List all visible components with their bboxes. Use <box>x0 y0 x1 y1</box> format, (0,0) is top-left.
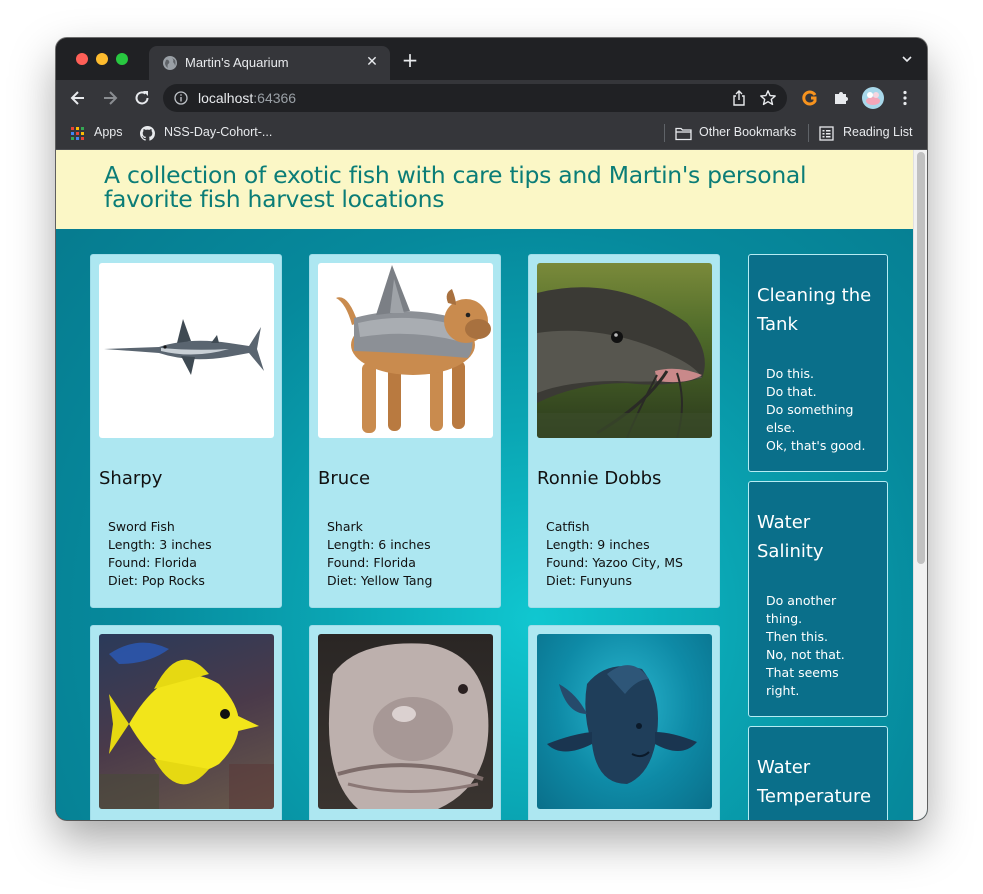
fish-details: Sword Fish Length: 3 inches Found: Flori… <box>108 518 212 590</box>
bookmarks-divider <box>808 124 809 142</box>
fish-name: Bruce <box>318 468 371 489</box>
care-tip-line: No, not that. <box>766 647 845 662</box>
minimize-window-button[interactable] <box>96 53 108 65</box>
fish-length: Length: 3 inches <box>108 537 212 552</box>
new-tab-button[interactable]: + <box>400 50 420 70</box>
kebab-menu-icon[interactable] <box>896 89 914 107</box>
profile-avatar[interactable] <box>862 87 884 109</box>
fish-image-catfish <box>537 263 712 438</box>
page-viewport[interactable]: A collection of exotic fish with care ti… <box>56 150 927 820</box>
bookmark-label: Other Bookmarks <box>699 125 797 139</box>
fish-card: Ronnie Dobbs Catfish Length: 9 inches Fo… <box>528 254 720 608</box>
care-tip-title: Cleaning the Tank <box>757 285 872 335</box>
fish-diet: Diet: Funyuns <box>546 573 632 588</box>
fish-image-swordfish <box>99 263 274 438</box>
bookmark-label: Apps <box>94 125 123 139</box>
bookmark-nss-day-cohort[interactable]: NSS-Day-Cohort-... <box>140 125 280 141</box>
fish-name: Sharpy <box>99 468 163 489</box>
care-tip-card: Water Temperature <box>748 726 888 820</box>
fish-details: Catfish Length: 9 inches Found: Yazoo Ci… <box>546 518 683 590</box>
scrollbar-thumb[interactable] <box>917 152 925 564</box>
fish-species: Sword Fish <box>108 519 175 534</box>
apps-grid-icon <box>71 127 84 140</box>
aquarium-page: A collection of exotic fish with care ti… <box>56 150 913 820</box>
back-arrow-icon[interactable] <box>68 88 88 108</box>
fish-card: Bruce Shark Length: 6 inches Found: Flor… <box>309 254 501 608</box>
bookmark-label: Reading List <box>843 125 913 139</box>
care-tip-line: Do another thing. <box>766 593 837 626</box>
fish-card <box>528 625 720 820</box>
care-tip-card: Water Salinity Do another thing. Then th… <box>748 481 888 717</box>
fish-details: Shark Length: 6 inches Found: Florida Di… <box>327 518 432 590</box>
fish-card <box>309 625 501 820</box>
page-scrollbar[interactable] <box>913 150 927 820</box>
bookmark-star-icon[interactable] <box>759 89 777 107</box>
tab-strip: Martin's Aquarium ✕ + <box>56 38 927 80</box>
browser-toolbar: localhost:64366 <box>56 80 927 116</box>
care-tip-body: Do this. Do that. Do something else. Ok,… <box>766 365 866 455</box>
fish-image-yellow-tang <box>99 634 274 809</box>
page-title: A collection of exotic fish with care ti… <box>104 161 807 213</box>
care-tip-title: Water Salinity <box>757 512 824 562</box>
close-window-button[interactable] <box>76 53 88 65</box>
care-tip-title: Water Temperature <box>757 757 872 807</box>
fish-found: Found: Florida <box>327 555 416 570</box>
fish-card: Sharpy Sword Fish Length: 3 inches Found… <box>90 254 282 608</box>
care-tip-line: Do this. <box>766 366 815 381</box>
care-tip-line: That seems right. <box>766 665 839 698</box>
grammarly-extension-icon[interactable] <box>801 89 819 107</box>
bookmark-label: NSS-Day-Cohort-... <box>164 125 273 139</box>
fish-length: Length: 9 inches <box>546 537 650 552</box>
bookmark-reading-list[interactable]: Reading List <box>819 125 919 141</box>
browser-window: Martin's Aquarium ✕ + localhost:64366 Ap… <box>56 38 927 820</box>
tab-martins-aquarium[interactable]: Martin's Aquarium ✕ <box>149 46 390 80</box>
tab-close-icon[interactable]: ✕ <box>363 53 381 71</box>
bookmark-other-bookmarks[interactable]: Other Bookmarks <box>675 125 800 141</box>
tab-search-chevron-icon[interactable] <box>901 53 913 65</box>
fish-found: Found: Yazoo City, MS <box>546 555 683 570</box>
care-tip-line: Do that. <box>766 384 817 399</box>
tab-title: Martin's Aquarium <box>185 55 289 70</box>
share-icon[interactable] <box>731 90 747 106</box>
site-info-icon[interactable] <box>174 91 188 105</box>
fish-diet: Diet: Pop Rocks <box>108 573 205 588</box>
fish-image-dog-in-shark-costume <box>318 263 493 438</box>
bookmarks-bar: Apps NSS-Day-Cohort-... Other Bookmarks <box>56 116 927 150</box>
bookmarks-divider <box>664 124 665 142</box>
page-banner: A collection of exotic fish with care ti… <box>56 150 913 229</box>
fish-diet: Diet: Yellow Tang <box>327 573 433 588</box>
folder-icon <box>675 127 692 141</box>
fish-species: Catfish <box>546 519 590 534</box>
care-tip-line: Do something else. <box>766 402 854 435</box>
fish-length: Length: 6 inches <box>327 537 431 552</box>
fish-card <box>90 625 282 820</box>
care-tip-line: Ok, that's good. <box>766 438 866 453</box>
github-icon <box>140 126 155 141</box>
fish-image-humphead-fish <box>537 634 712 809</box>
url-text: localhost:64366 <box>198 90 297 106</box>
extensions-puzzle-icon[interactable] <box>832 89 850 107</box>
care-tip-body: Do another thing. Then this. No, not tha… <box>766 592 856 700</box>
fish-found: Found: Florida <box>108 555 197 570</box>
care-tip-line: Then this. <box>766 629 828 644</box>
bookmark-apps[interactable]: Apps <box>70 125 130 141</box>
fish-image-blobfish <box>318 634 493 809</box>
zoom-window-button[interactable] <box>116 53 128 65</box>
address-bar[interactable]: localhost:64366 <box>163 84 787 112</box>
fish-species: Shark <box>327 519 363 534</box>
forward-arrow-icon[interactable] <box>100 88 120 108</box>
globe-icon <box>163 56 177 70</box>
fish-name: Ronnie Dobbs <box>537 468 662 489</box>
reload-icon[interactable] <box>132 88 152 108</box>
reading-list-icon <box>819 126 834 141</box>
care-tip-card: Cleaning the Tank Do this. Do that. Do s… <box>748 254 888 472</box>
